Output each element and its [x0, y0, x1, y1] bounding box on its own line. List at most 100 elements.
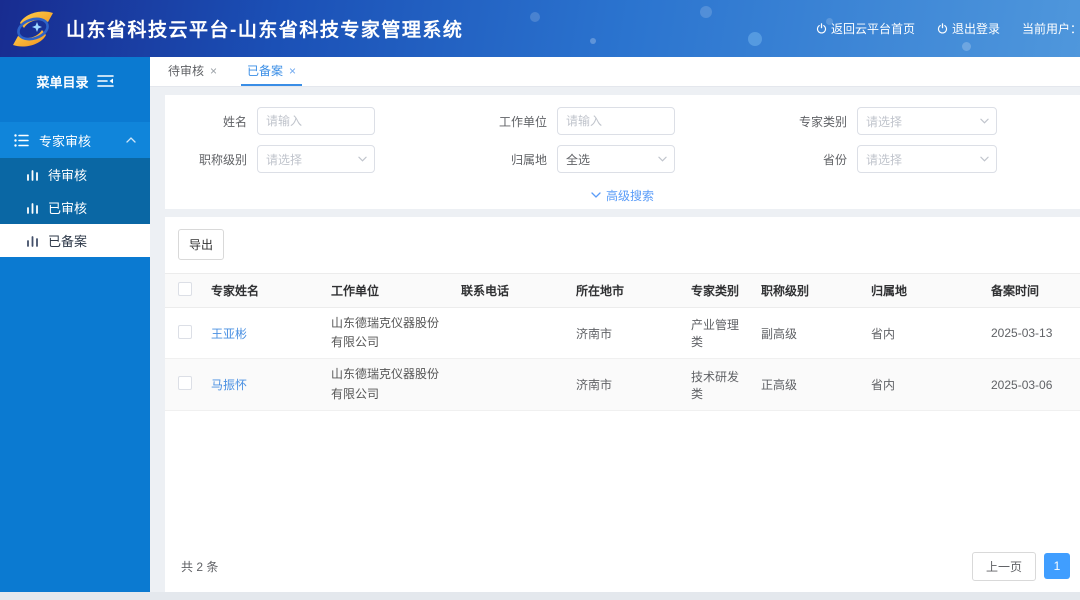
- region-filter-select[interactable]: 全选: [557, 145, 675, 173]
- select-placeholder: 请选择: [266, 151, 302, 168]
- platform-logo-icon: [10, 7, 56, 51]
- table-footer: 共 2 条 上一页 1: [165, 537, 1080, 592]
- company-filter-label: 工作单位: [465, 113, 557, 130]
- title-level-cell: 副高级: [751, 308, 861, 359]
- sidebar-group-label: 专家审核: [39, 131, 91, 150]
- decor-dot: [530, 12, 540, 22]
- total-count-label: 共 2 条: [181, 558, 218, 575]
- province-filter-select[interactable]: 请选择: [857, 145, 997, 173]
- decor-dot: [748, 32, 762, 46]
- expert-name-link[interactable]: 王亚彬: [211, 327, 247, 341]
- return-home-label: 返回云平台首页: [831, 20, 915, 37]
- column-header: 专家类别: [681, 274, 751, 308]
- title-level-cell: 正高级: [751, 359, 861, 410]
- sidebar-item-recorded[interactable]: 已备案: [0, 224, 150, 257]
- sidebar-group-expert-review[interactable]: 专家审核: [0, 122, 150, 158]
- sidebar-item-label: 已审核: [48, 198, 87, 217]
- sidebar-item-label: 已备案: [48, 231, 87, 250]
- list-icon: [14, 134, 29, 147]
- select-placeholder: 请选择: [866, 113, 902, 130]
- experts-table: 专家姓名 工作单位 联系电话 所在地市 专家类别 职称级别 归属地 备案时间: [165, 273, 1080, 411]
- chevron-down-icon: [980, 156, 989, 162]
- logout-link[interactable]: 退出登录: [937, 20, 1000, 37]
- city-cell: 济南市: [566, 359, 681, 410]
- app-window: 山东省科技云平台-山东省科技专家管理系统 返回云平台首页 退出登录 当前用户：山…: [0, 0, 1080, 600]
- select-placeholder: 请选择: [866, 151, 902, 168]
- chevron-down-icon: [980, 118, 989, 124]
- tab-label: 已备案: [247, 62, 283, 79]
- bar-chart-icon: [26, 235, 39, 247]
- tab-close-icon[interactable]: ×: [289, 64, 296, 78]
- select-all-checkbox[interactable]: [178, 282, 192, 296]
- name-filter-input[interactable]: [257, 107, 375, 135]
- bar-chart-icon: [26, 169, 39, 181]
- table-panel: 导出 专家姓名 工作单位 联系电话 所在地市 专: [165, 217, 1080, 592]
- return-home-link[interactable]: 返回云平台首页: [816, 20, 915, 37]
- power-icon: [816, 23, 827, 34]
- sidebar-item-reviewed[interactable]: 已审核: [0, 191, 150, 224]
- logout-label: 退出登录: [952, 20, 1000, 37]
- prev-page-button[interactable]: 上一页: [972, 552, 1036, 581]
- row-checkbox[interactable]: [178, 325, 192, 339]
- record-date-cell: 2025-03-06: [981, 359, 1080, 410]
- expert-name-link[interactable]: 马振怀: [211, 378, 247, 392]
- region-cell: 省内: [861, 359, 981, 410]
- category-cell: 技术研发类: [681, 359, 751, 410]
- company-cell: 山东德瑞克仪器股份有限公司: [321, 308, 451, 359]
- table-toolbar: 导出: [165, 217, 1080, 260]
- region-cell: 省内: [861, 308, 981, 359]
- column-header: 工作单位: [321, 274, 451, 308]
- current-user-label: 当前用户：山东: [1022, 20, 1080, 37]
- title-level-filter-label: 职称级别: [165, 151, 257, 168]
- chevron-down-icon: [358, 156, 367, 162]
- region-filter-label: 归属地: [465, 151, 557, 168]
- sidebar: 菜单目录 专家审核: [0, 57, 150, 592]
- sidebar-item-pending-review[interactable]: 待审核: [0, 158, 150, 191]
- sidebar-item-label: 待审核: [48, 165, 87, 184]
- filter-panel: 姓名 工作单位 专家类别 请选择: [165, 95, 1080, 209]
- tab-pending-review[interactable]: 待审核 ×: [162, 57, 223, 86]
- table-header-row: 专家姓名 工作单位 联系电话 所在地市 专家类别 职称级别 归属地 备案时间: [165, 274, 1080, 308]
- advanced-search-label: 高级搜索: [606, 187, 654, 204]
- column-header: 职称级别: [751, 274, 861, 308]
- tab-close-icon[interactable]: ×: [210, 64, 217, 78]
- column-header: 备案时间: [981, 274, 1080, 308]
- table-row: 王亚彬 山东德瑞克仪器股份有限公司 济南市 产业管理类 副高级 省内 2025-…: [165, 308, 1080, 359]
- table-row: 马振怀 山东德瑞克仪器股份有限公司 济南市 技术研发类 正高级 省内 2025-…: [165, 359, 1080, 410]
- company-cell: 山东德瑞克仪器股份有限公司: [321, 359, 451, 410]
- category-filter-select[interactable]: 请选择: [857, 107, 997, 135]
- column-header: 联系电话: [451, 274, 566, 308]
- chevron-up-icon: [126, 137, 136, 143]
- city-cell: 济南市: [566, 308, 681, 359]
- name-filter-label: 姓名: [165, 113, 257, 130]
- tab-bar: 待审核 × 已备案 ×: [150, 57, 1080, 87]
- collapse-menu-icon[interactable]: [97, 74, 114, 88]
- column-header: 归属地: [861, 274, 981, 308]
- bar-chart-icon: [26, 202, 39, 214]
- row-checkbox[interactable]: [178, 376, 192, 390]
- company-filter-input[interactable]: [557, 107, 675, 135]
- select-value: 全选: [566, 151, 590, 168]
- decor-dot: [700, 6, 712, 18]
- menu-directory-label: 菜单目录: [36, 72, 88, 91]
- chevron-down-icon: [658, 156, 667, 162]
- tab-recorded[interactable]: 已备案 ×: [241, 57, 302, 86]
- title-level-filter-select[interactable]: 请选择: [257, 145, 375, 173]
- column-header: 所在地市: [566, 274, 681, 308]
- decor-dot: [590, 38, 596, 44]
- top-header: 山东省科技云平台-山东省科技专家管理系统 返回云平台首页 退出登录 当前用户：山…: [0, 0, 1080, 57]
- province-filter-label: 省份: [765, 151, 857, 168]
- category-filter-label: 专家类别: [765, 113, 857, 130]
- advanced-search-link[interactable]: 高级搜索: [165, 185, 1080, 205]
- record-date-cell: 2025-03-13: [981, 308, 1080, 359]
- tab-label: 待审核: [168, 62, 204, 79]
- export-button[interactable]: 导出: [178, 229, 224, 260]
- column-header: 专家姓名: [201, 274, 321, 308]
- header-actions: 返回云平台首页 退出登录 当前用户：山东: [816, 0, 1080, 57]
- category-cell: 产业管理类: [681, 308, 751, 359]
- page-1-button[interactable]: 1: [1044, 553, 1070, 579]
- menu-directory-header: 菜单目录: [0, 64, 150, 98]
- content-area: 待审核 × 已备案 × 姓名 工作单位: [150, 57, 1080, 592]
- bottom-strip: [0, 592, 1080, 600]
- power-icon: [937, 23, 948, 34]
